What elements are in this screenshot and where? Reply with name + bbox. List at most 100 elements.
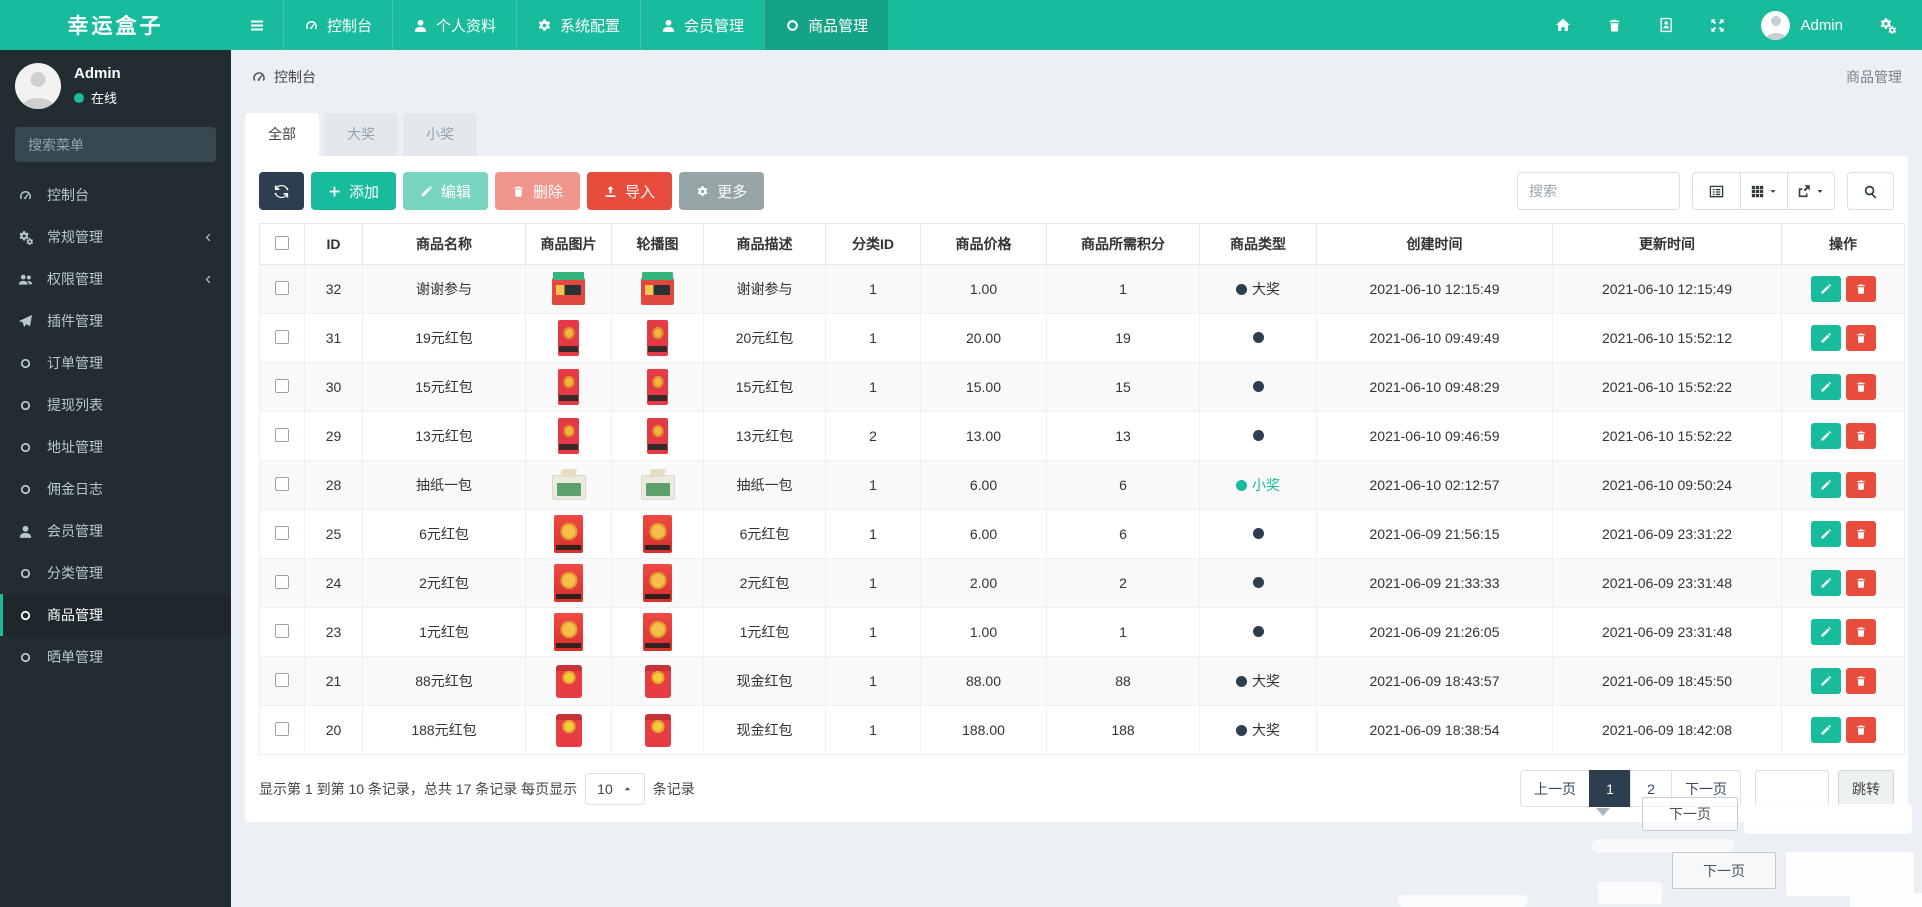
trash-icon[interactable] (1607, 18, 1622, 33)
type-dot-icon (1252, 332, 1264, 343)
row-edit-button[interactable] (1810, 570, 1841, 596)
product-type-badge (1252, 577, 1264, 588)
sidebar-item[interactable]: 晒单管理 (0, 636, 231, 678)
row-checkbox[interactable] (275, 721, 289, 736)
sidebar-item[interactable]: 常规管理 (0, 216, 231, 258)
category-id-cell: 1 (825, 313, 921, 363)
sidebar-item[interactable]: 商品管理 (0, 594, 231, 636)
jump-button[interactable]: 跳转 (1838, 770, 1894, 807)
sidebar-item[interactable]: 提现列表 (0, 384, 231, 426)
topnav-item[interactable]: 会员管理 (640, 0, 764, 50)
user-menu[interactable]: Admin (1761, 10, 1843, 40)
operations-cell (1781, 264, 1905, 314)
jump-page-input[interactable] (1755, 770, 1829, 807)
home-icon[interactable] (1555, 17, 1571, 33)
edit-button[interactable]: 编辑 (403, 172, 489, 210)
row-checkbox[interactable] (275, 623, 289, 638)
columns-button[interactable] (1740, 173, 1787, 209)
row-checkbox[interactable] (275, 476, 289, 491)
row-delete-button[interactable] (1845, 668, 1876, 694)
product-name-cell: 88元红包 (362, 656, 526, 706)
brand-logo[interactable]: 幸运盒子 (0, 0, 231, 50)
select-all-checkbox[interactable] (275, 235, 289, 250)
product-desc-cell: 6元红包 (703, 509, 826, 559)
sidebar-item[interactable]: 地址管理 (0, 426, 231, 468)
add-button[interactable]: 添加 (311, 172, 397, 210)
created-time-cell: 2021-06-10 02:12:57 (1316, 460, 1553, 510)
breadcrumb-left[interactable]: 控制台 (274, 67, 316, 87)
sidebar-toggle-button[interactable] (231, 0, 283, 50)
row-delete-button[interactable] (1845, 717, 1876, 743)
table-row: 30 15元红包 15元红包 1 15.00 15 2021-06-10 09:48:29 2… (259, 362, 1905, 412)
row-delete-button[interactable] (1845, 374, 1876, 400)
import-button[interactable]: 导入 (587, 172, 673, 210)
row-delete-button[interactable] (1845, 570, 1876, 596)
topnav-item[interactable]: 个人资料 (392, 0, 516, 50)
row-delete-button[interactable] (1845, 276, 1876, 302)
topnav-item[interactable]: 商品管理 (764, 0, 889, 50)
row-delete-button[interactable] (1845, 325, 1876, 351)
created-time-cell: 2021-06-10 12:15:49 (1316, 264, 1553, 314)
row-edit-button[interactable] (1810, 619, 1841, 645)
row-delete-button[interactable] (1845, 423, 1876, 449)
sidebar-item[interactable]: 权限管理 (0, 258, 231, 300)
row-checkbox[interactable] (275, 574, 289, 589)
page-size-select[interactable]: 10 (585, 772, 645, 805)
sidebar-item[interactable]: 插件管理 (0, 300, 231, 342)
caret-up-icon (622, 783, 633, 794)
table-row: 28 抽纸一包 抽纸一包 1 6.00 6 小奖 2021-06-10 02:12:57 202… (259, 460, 1905, 510)
search-toggle-button[interactable] (1847, 172, 1894, 210)
product-type-badge: 小奖 (1236, 475, 1280, 495)
tab-全部[interactable]: 全部 (245, 113, 319, 156)
sidebar-item[interactable]: 订单管理 (0, 342, 231, 384)
row-checkbox[interactable] (275, 427, 289, 442)
row-delete-button[interactable] (1845, 472, 1876, 498)
row-checkbox[interactable] (275, 378, 289, 393)
delete-button[interactable]: 删除 (495, 172, 581, 210)
points-cell: 15 (1046, 362, 1200, 412)
docs-book-icon[interactable] (1658, 17, 1674, 33)
row-checkbox[interactable] (275, 672, 289, 687)
topnav-item[interactable]: 系统配置 (516, 0, 640, 50)
row-edit-button[interactable] (1810, 717, 1841, 743)
row-delete-button[interactable] (1845, 521, 1876, 547)
row-checkbox[interactable] (275, 525, 289, 540)
sidebar-item[interactable]: 会员管理 (0, 510, 231, 552)
circle-icon (16, 651, 35, 664)
more-button[interactable]: 更多 (679, 172, 765, 210)
sidebar-item-label: 晒单管理 (47, 649, 103, 665)
product-image-cell (525, 362, 612, 412)
row-checkbox[interactable] (275, 329, 289, 344)
row-edit-button[interactable] (1810, 325, 1841, 351)
page-button-1[interactable]: 1 (1589, 770, 1631, 807)
tab-大奖[interactable]: 大奖 (324, 113, 398, 156)
topnav-item[interactable]: 控制台 (283, 0, 392, 50)
product-image (551, 474, 586, 500)
table-search-input[interactable] (1517, 172, 1680, 210)
tab-小奖[interactable]: 小奖 (403, 113, 477, 156)
sidebar-item[interactable]: 控制台 (0, 174, 231, 216)
prev-page-button[interactable]: 上一页 (1520, 770, 1590, 807)
product-name-cell: 19元红包 (362, 313, 526, 363)
trash-icon (1855, 283, 1867, 295)
row-edit-button[interactable] (1810, 472, 1841, 498)
row-edit-button[interactable] (1810, 668, 1841, 694)
sidebar-item[interactable]: 分类管理 (0, 552, 231, 594)
row-edit-button[interactable] (1810, 423, 1841, 449)
fullscreen-icon[interactable] (1710, 18, 1725, 33)
menu-search-input[interactable] (15, 127, 216, 162)
row-checkbox[interactable] (275, 280, 289, 295)
row-edit-button[interactable] (1810, 521, 1841, 547)
toggle-view-button[interactable] (1693, 173, 1740, 209)
row-edit-button[interactable] (1810, 374, 1841, 400)
refresh-button[interactable] (259, 172, 304, 210)
pencil-icon (420, 185, 433, 198)
row-delete-button[interactable] (1845, 619, 1876, 645)
row-edit-button[interactable] (1810, 276, 1841, 302)
id-cell: 28 (304, 460, 363, 510)
carousel-image-cell (611, 264, 704, 314)
export-button[interactable] (1787, 173, 1834, 209)
operations-cell (1781, 313, 1905, 363)
settings-cogs-icon[interactable] (1879, 17, 1896, 34)
sidebar-item[interactable]: 佣金日志 (0, 468, 231, 510)
